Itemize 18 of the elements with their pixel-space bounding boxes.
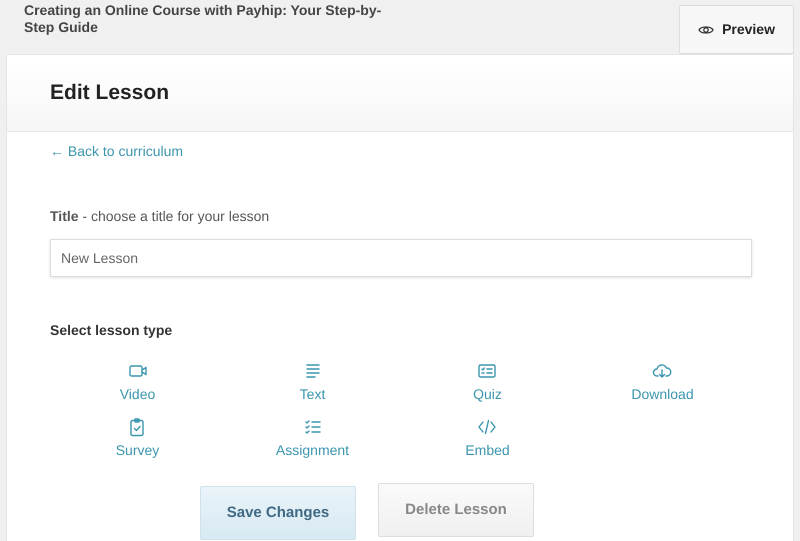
lesson-type-option[interactable]: Download bbox=[631, 361, 694, 405]
course-title: Creating an Online Course with Payhip: Your Step-by-Step Guide bbox=[24, 2, 382, 37]
title-input[interactable]: New Lesson bbox=[50, 239, 752, 277]
delete-button[interactable]: Delete Lesson bbox=[378, 483, 534, 537]
back-link[interactable]: ← Back to curriculum bbox=[50, 141, 184, 162]
eye-icon bbox=[698, 24, 714, 36]
lesson-type-option[interactable]: Text bbox=[300, 361, 326, 405]
field-label: Title - choose a title for your lesson bbox=[50, 207, 270, 226]
lesson-type-option[interactable]: Embed bbox=[465, 417, 510, 461]
preview-button[interactable]: Preview bbox=[679, 5, 794, 54]
lesson-type-option[interactable]: Assignment bbox=[276, 417, 350, 461]
lesson-type-option[interactable]: Video bbox=[120, 361, 156, 405]
section-heading: Select lesson type bbox=[50, 321, 174, 340]
save-button[interactable]: Save Changes bbox=[200, 486, 356, 540]
lesson-type-option[interactable]: Quiz bbox=[473, 361, 502, 405]
card-title: Edit Lesson bbox=[50, 80, 170, 106]
lesson-type-option[interactable]: Survey bbox=[116, 417, 160, 461]
code-icon bbox=[477, 417, 498, 437]
